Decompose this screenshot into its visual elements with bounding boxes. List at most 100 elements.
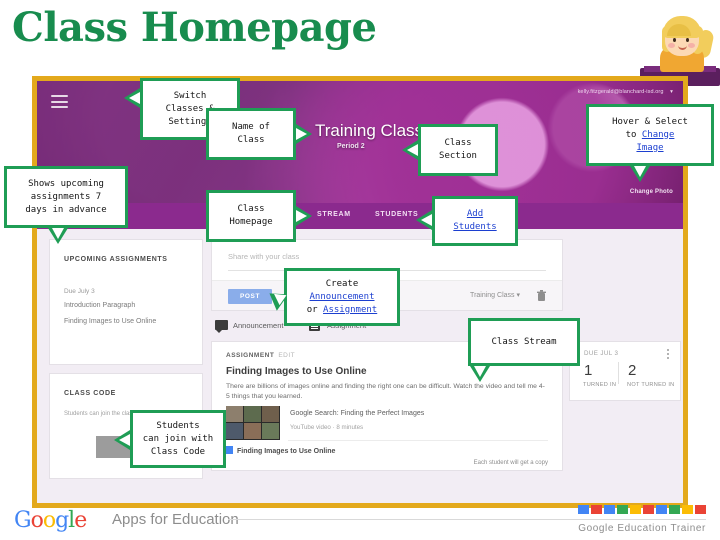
assignment-file-name: Finding Images to Use Online <box>237 448 336 455</box>
callout-line: Switch <box>173 90 207 101</box>
page-title: Class Homepage <box>12 4 377 51</box>
callout-line: Students <box>156 420 200 431</box>
callout-tail-inner <box>421 214 432 226</box>
callout-name-of-class: Name of Class <box>206 108 296 160</box>
hamburger-menu-icon[interactable] <box>51 95 68 108</box>
callout-create-post: Create Announcement or Assignment <box>284 268 400 326</box>
callout-text: to <box>625 129 642 140</box>
footer-divider <box>228 519 706 520</box>
cheek-right-shape <box>688 43 695 48</box>
assignment-edit-link[interactable]: EDIT <box>278 352 295 359</box>
callout-class-stream: Class Stream <box>468 318 580 366</box>
color-square <box>656 505 667 514</box>
logo-letter: o <box>42 508 56 533</box>
tab-students[interactable]: STUDENTS <box>375 211 418 218</box>
callout-line: days in advance <box>25 204 107 215</box>
class-name: Training Class <box>315 121 424 140</box>
class-section: Period 2 <box>337 143 365 150</box>
callout-line: Name of <box>232 122 270 132</box>
callout-line: Hover & Select <box>612 116 688 127</box>
video-thumbnail <box>226 406 280 440</box>
upcoming-item[interactable]: Introduction Paragraph <box>64 302 135 309</box>
callout-link: Announcement <box>309 291 375 302</box>
assignment-due-date: DUE JUL 3 <box>584 350 619 357</box>
teacher-illustration <box>640 0 720 86</box>
callout-line: Class <box>237 135 265 145</box>
delete-icon[interactable] <box>537 289 546 301</box>
color-square <box>643 505 654 514</box>
assignment-copy-note: Each student will get a copy <box>473 460 548 466</box>
not-turned-in-label: NOT TURNED IN <box>627 382 675 388</box>
google-logo: Google <box>14 508 87 533</box>
turned-in-label: TURNED IN <box>583 382 617 388</box>
color-square <box>669 505 680 514</box>
callout-line: Class Stream <box>491 336 557 347</box>
eye-left-shape <box>673 38 676 42</box>
callout-line: can join with <box>142 433 214 444</box>
callout-link: Students <box>453 222 497 232</box>
trainer-label: Google Education Trainer <box>578 523 706 534</box>
callout-line: assignments 7 <box>30 191 102 202</box>
announcement-flag-icon[interactable] <box>215 320 228 333</box>
upcoming-assignments-heading: UPCOMING ASSIGNMENTS <box>64 256 168 263</box>
callout-link: Assignment <box>323 304 378 315</box>
color-squares <box>578 505 706 514</box>
attachment-title: Google Search: Finding the Perfect Image… <box>290 410 425 417</box>
callout-tail-inner <box>119 434 130 446</box>
upcoming-item[interactable]: Finding Images to Use Online <box>64 316 190 327</box>
callout-add-students: Add Students <box>432 196 518 246</box>
upcoming-assignments-card: UPCOMING ASSIGNMENTS Due July 3 Introduc… <box>49 239 203 365</box>
change-photo-button[interactable]: Change Photo <box>630 189 673 195</box>
attachment-subtitle: YouTube video · 8 minutes <box>290 424 364 431</box>
apps-for-education-label: Apps for Education <box>112 511 239 528</box>
callout-class-code: Students can join with Class Code <box>130 410 226 468</box>
eye-right-shape <box>686 38 689 42</box>
logo-letter: g <box>55 508 69 533</box>
callout-text: or <box>306 304 324 315</box>
assignment-file-link[interactable]: Finding Images to Use Online <box>226 446 335 455</box>
page-footer: Google Apps for Education Google Educati… <box>0 504 720 540</box>
color-square <box>604 505 615 514</box>
callout-change-image: Hover & Select to Change Image <box>586 104 714 166</box>
callout-line: Shows upcoming <box>28 178 104 189</box>
callout-tail-inner <box>296 128 307 140</box>
callout-class-homepage: Class Homepage <box>206 190 296 242</box>
callout-class-section: Class Section <box>418 124 498 176</box>
account-email[interactable]: kelly.fitzgerald@blanchard-isd.org ▾ <box>578 89 673 95</box>
share-class-selector[interactable]: Training Class ▾ <box>470 291 520 299</box>
logo-letter: G <box>14 508 32 533</box>
callout-line: Section <box>439 151 477 161</box>
callout-line: Create <box>325 278 359 289</box>
callout-tail-inner <box>129 92 140 104</box>
callout-line: or Assignment <box>307 304 377 317</box>
share-input-placeholder[interactable]: Share with your class <box>228 252 299 261</box>
more-options-icon[interactable] <box>667 349 670 361</box>
color-square <box>695 505 706 514</box>
chevron-down-icon: ▾ <box>670 89 673 95</box>
color-square <box>591 505 602 514</box>
cheek-left-shape <box>668 43 675 48</box>
announcement-label[interactable]: Announcement <box>233 321 283 330</box>
logo-letter: o <box>30 508 44 533</box>
callout-tail-inner <box>52 228 64 239</box>
callout-line: Homepage <box>229 217 273 227</box>
class-code-heading: CLASS CODE <box>64 390 116 397</box>
callout-tail-inner <box>296 210 307 222</box>
class-nav-bar: STREAM STUDENTS <box>37 203 683 229</box>
assignment-description: There are billions of images online and … <box>226 383 545 400</box>
callout-line: Class Code <box>150 446 206 457</box>
not-turned-in-count: 2 <box>628 362 637 379</box>
tab-stream[interactable]: STREAM <box>317 211 351 218</box>
assignment-attachment[interactable]: Google Search: Finding the Perfect Image… <box>226 406 548 441</box>
color-square <box>578 505 589 514</box>
turned-in-count: 1 <box>584 362 593 379</box>
logo-letter: e <box>74 508 87 533</box>
callout-link: Add <box>466 209 484 219</box>
callout-upcoming-assignments: Shows upcoming assignments 7 days in adv… <box>4 166 128 228</box>
doc-file-icon <box>226 446 233 454</box>
assignment-title: Finding Images to Use Online <box>226 366 367 377</box>
callout-tail-inner <box>407 144 418 156</box>
assignment-status-card: DUE JUL 3 1 TURNED IN 2 NOT TURNED IN <box>569 341 681 401</box>
callout-line: to Change <box>626 129 675 142</box>
callout-line: Class <box>444 138 472 148</box>
